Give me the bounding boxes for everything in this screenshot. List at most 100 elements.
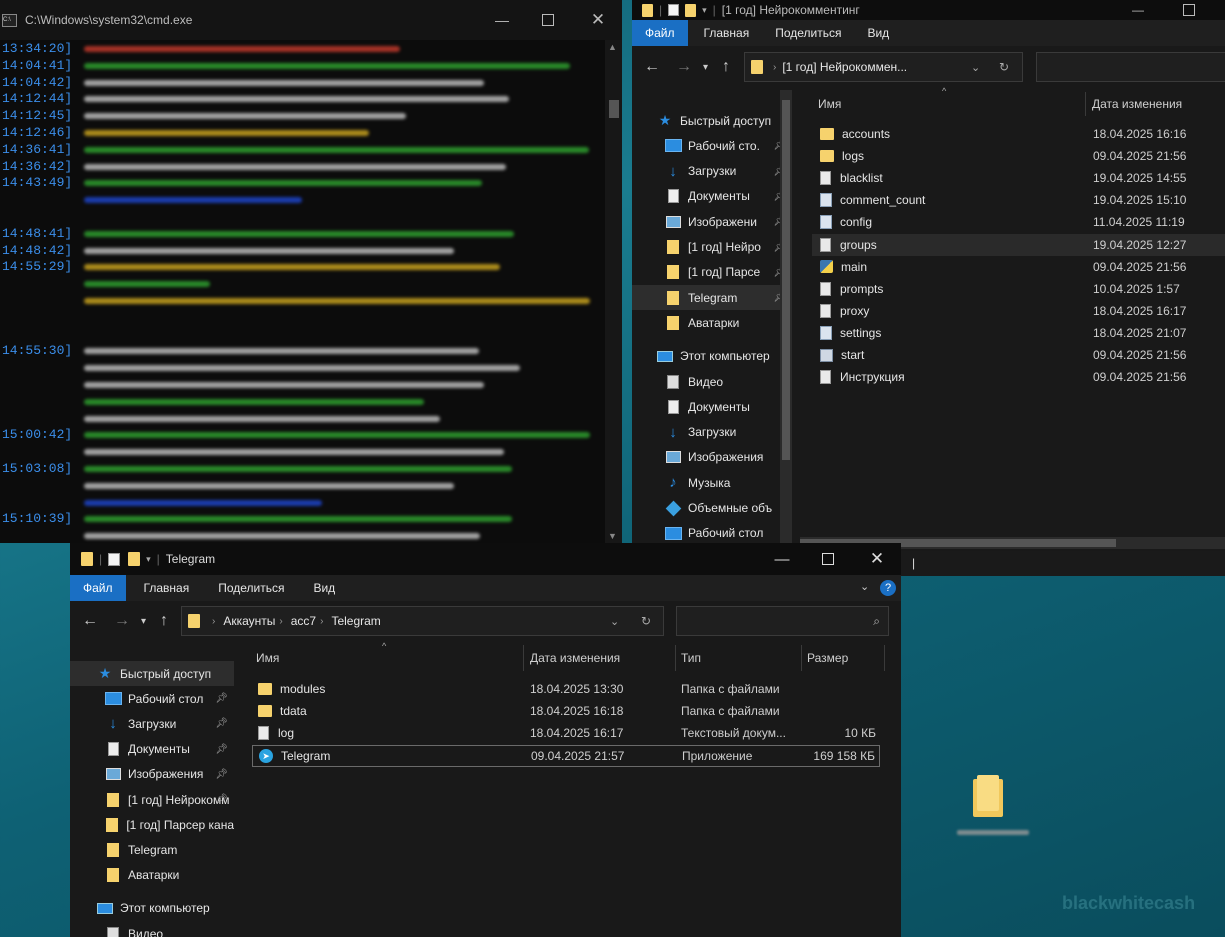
pin-icon[interactable]: 📌︎ <box>215 769 228 780</box>
nav-pc-item[interactable]: Рабочий стол <box>632 521 792 544</box>
up-arrow-icon[interactable]: ↑ <box>160 612 168 630</box>
column-header-name[interactable]: Имя <box>256 644 279 672</box>
nav-item[interactable]: ↓Загрузки📌︎ <box>632 159 792 184</box>
cmd-scrollbar[interactable]: ▲ ▼ <box>605 40 622 543</box>
nav-pc-item[interactable]: Изображения <box>632 445 792 470</box>
search-input[interactable]: ⌕ <box>676 606 889 636</box>
nav-pc-item[interactable]: Видео <box>70 921 234 937</box>
nav-scrollbar-thumb[interactable] <box>782 100 790 460</box>
explorer-window-telegram[interactable]: | ▾ | Telegram — ✕ Файл Главная Поделить… <box>70 543 901 937</box>
pin-icon[interactable]: 📌︎ <box>215 744 228 755</box>
refresh-icon[interactable]: ↻ <box>999 60 1009 74</box>
file-row[interactable]: prompts 10.04.2025 1:57 <box>812 278 1225 300</box>
tab-file[interactable]: Файл <box>70 575 126 601</box>
forward-arrow-icon[interactable]: → <box>114 612 130 630</box>
nav-item[interactable]: [1 год] Парсер кана <box>70 812 234 837</box>
desktop-folder-icon[interactable] <box>973 775 1003 817</box>
new-folder-icon[interactable] <box>685 3 697 17</box>
properties-icon[interactable] <box>108 552 121 566</box>
breadcrumb-item[interactable]: Telegram <box>331 614 380 628</box>
nav-item[interactable]: Изображени📌︎ <box>632 209 792 234</box>
tab-file[interactable]: Файл <box>632 20 688 46</box>
cmd-titlebar[interactable]: C:\ C:\Windows\system32\cmd.exe — ✕ <box>0 0 622 40</box>
nav-pc-item[interactable]: Документы <box>632 394 792 419</box>
nav-item[interactable]: Изображения 📌︎ <box>70 762 234 787</box>
nav-item[interactable]: Аватарки <box>632 310 792 335</box>
nav-item[interactable]: Рабочий сто.📌︎ <box>632 133 792 158</box>
properties-icon[interactable] <box>668 4 680 16</box>
tab-share[interactable]: Поделиться <box>202 575 297 601</box>
file-row[interactable]: main 09.04.2025 21:56 <box>812 256 1225 278</box>
chevron-down-icon[interactable]: ⌄ <box>971 61 980 74</box>
nav-pc-item[interactable]: Видео <box>632 369 792 394</box>
forward-arrow-icon[interactable]: → <box>676 58 692 76</box>
file-row[interactable]: tdata 18.04.2025 16:18 Папка с файлами <box>252 700 880 722</box>
nav-item[interactable]: Рабочий стол 📌︎ <box>70 686 234 711</box>
nav-this-pc[interactable]: Этот компьютер <box>70 896 234 921</box>
column-header-name[interactable]: Имя <box>818 90 841 118</box>
recent-locations-icon[interactable]: ▾ <box>141 616 146 627</box>
nav-this-pc[interactable]: Этот компьютер <box>632 344 792 369</box>
chevron-right-icon[interactable]: › <box>320 616 323 627</box>
column-divider[interactable] <box>1085 92 1086 116</box>
nav-item[interactable]: Telegram <box>70 837 234 862</box>
recent-locations-icon[interactable]: ▾ <box>703 62 708 73</box>
nav-quick-access[interactable]: ★ Быстрый доступ <box>632 108 792 133</box>
maximize-button[interactable] <box>525 0 571 40</box>
column-header-date[interactable]: Дата изменения <box>1092 90 1182 118</box>
file-row[interactable]: Инструкция 09.04.2025 21:56 <box>812 366 1225 388</box>
close-button[interactable]: ✕ <box>854 543 900 575</box>
file-row[interactable]: accounts 18.04.2025 16:16 <box>812 123 1225 145</box>
titlebar[interactable]: | ▾ | Telegram — ✕ <box>70 543 901 575</box>
nav-pc-item[interactable]: ♪ Музыка <box>632 470 792 495</box>
nav-item[interactable]: ↓Загрузки📌︎ <box>70 711 234 736</box>
nav-item[interactable]: [1 год] Парсе📌︎ <box>632 260 792 285</box>
nav-item[interactable]: Аватарки <box>70 863 234 888</box>
tab-view[interactable]: Вид <box>297 575 348 601</box>
minimize-icon[interactable]: — <box>1132 3 1144 17</box>
nav-item[interactable]: Telegram📌︎ <box>632 285 792 311</box>
nav-pc-item[interactable]: ↓ Загрузки <box>632 420 792 445</box>
address-bar[interactable]: › [1 год] Нейрокоммен... ⌄ ↻ <box>744 52 1023 82</box>
explorer-window-neurocommenting[interactable]: | ▾ | [1 год] Нейрокомментинг — Файл Гла… <box>632 0 1225 576</box>
breadcrumb-item[interactable]: acc7 <box>291 614 316 628</box>
file-row[interactable]: start 09.04.2025 21:56 <box>812 344 1225 366</box>
scroll-up-icon[interactable]: ▲ <box>608 42 617 52</box>
pin-icon[interactable]: 📌︎ <box>215 693 228 704</box>
column-divider[interactable] <box>675 645 676 671</box>
back-arrow-icon[interactable]: ← <box>644 58 660 76</box>
address-bar[interactable]: › Аккаунты › acc7 › Telegram ⌄ ↻ <box>181 606 664 636</box>
qat-dropdown-icon[interactable]: ▾ <box>146 554 151 565</box>
breadcrumb-item[interactable]: Аккаунты <box>223 614 275 628</box>
search-input[interactable] <box>1036 52 1225 82</box>
close-button[interactable]: ✕ <box>575 0 621 40</box>
column-header-size[interactable]: Размер <box>807 644 848 672</box>
nav-quick-access[interactable]: ★ Быстрый доступ <box>70 661 234 686</box>
tab-home[interactable]: Главная <box>126 575 203 601</box>
pin-icon[interactable]: 📌︎ <box>215 718 228 729</box>
column-header-date[interactable]: Дата изменения <box>530 644 620 672</box>
chevron-down-icon[interactable]: ⌄ <box>610 615 619 628</box>
new-folder-icon[interactable] <box>128 552 141 566</box>
column-divider[interactable] <box>801 645 802 671</box>
pin-icon[interactable]: 📌︎ <box>215 794 228 805</box>
qat-dropdown-icon[interactable]: ▾ <box>702 5 707 16</box>
maximize-button[interactable] <box>805 543 851 575</box>
ribbon-expand-icon[interactable]: ⌄ <box>860 580 869 593</box>
file-row[interactable]: logs 09.04.2025 21:56 <box>812 145 1225 167</box>
file-row[interactable]: proxy 18.04.2025 16:17 <box>812 300 1225 322</box>
nav-item[interactable]: Документы 📌︎ <box>70 737 234 762</box>
file-row[interactable]: settings 18.04.2025 21:07 <box>812 322 1225 344</box>
back-arrow-icon[interactable]: ← <box>82 612 98 630</box>
column-header-type[interactable]: Тип <box>681 644 701 672</box>
file-row[interactable]: log 18.04.2025 16:17 Текстовый докум... 10 … <box>252 722 880 744</box>
cmd-window[interactable]: C:\ C:\Windows\system32\cmd.exe — ✕ 13:3… <box>0 0 622 556</box>
tab-share[interactable]: Поделиться <box>762 20 854 46</box>
help-icon[interactable]: ? <box>880 580 896 596</box>
nav-pc-item[interactable]: Объемные объ <box>632 496 792 521</box>
file-row[interactable]: comment_count 19.04.2025 15:10 <box>812 189 1225 211</box>
minimize-button[interactable]: — <box>759 543 805 575</box>
nav-item[interactable]: [1 год] Нейрокомм 📌︎ <box>70 787 234 812</box>
chevron-right-icon[interactable]: › <box>212 616 215 627</box>
nav-scrollbar[interactable] <box>780 90 792 544</box>
